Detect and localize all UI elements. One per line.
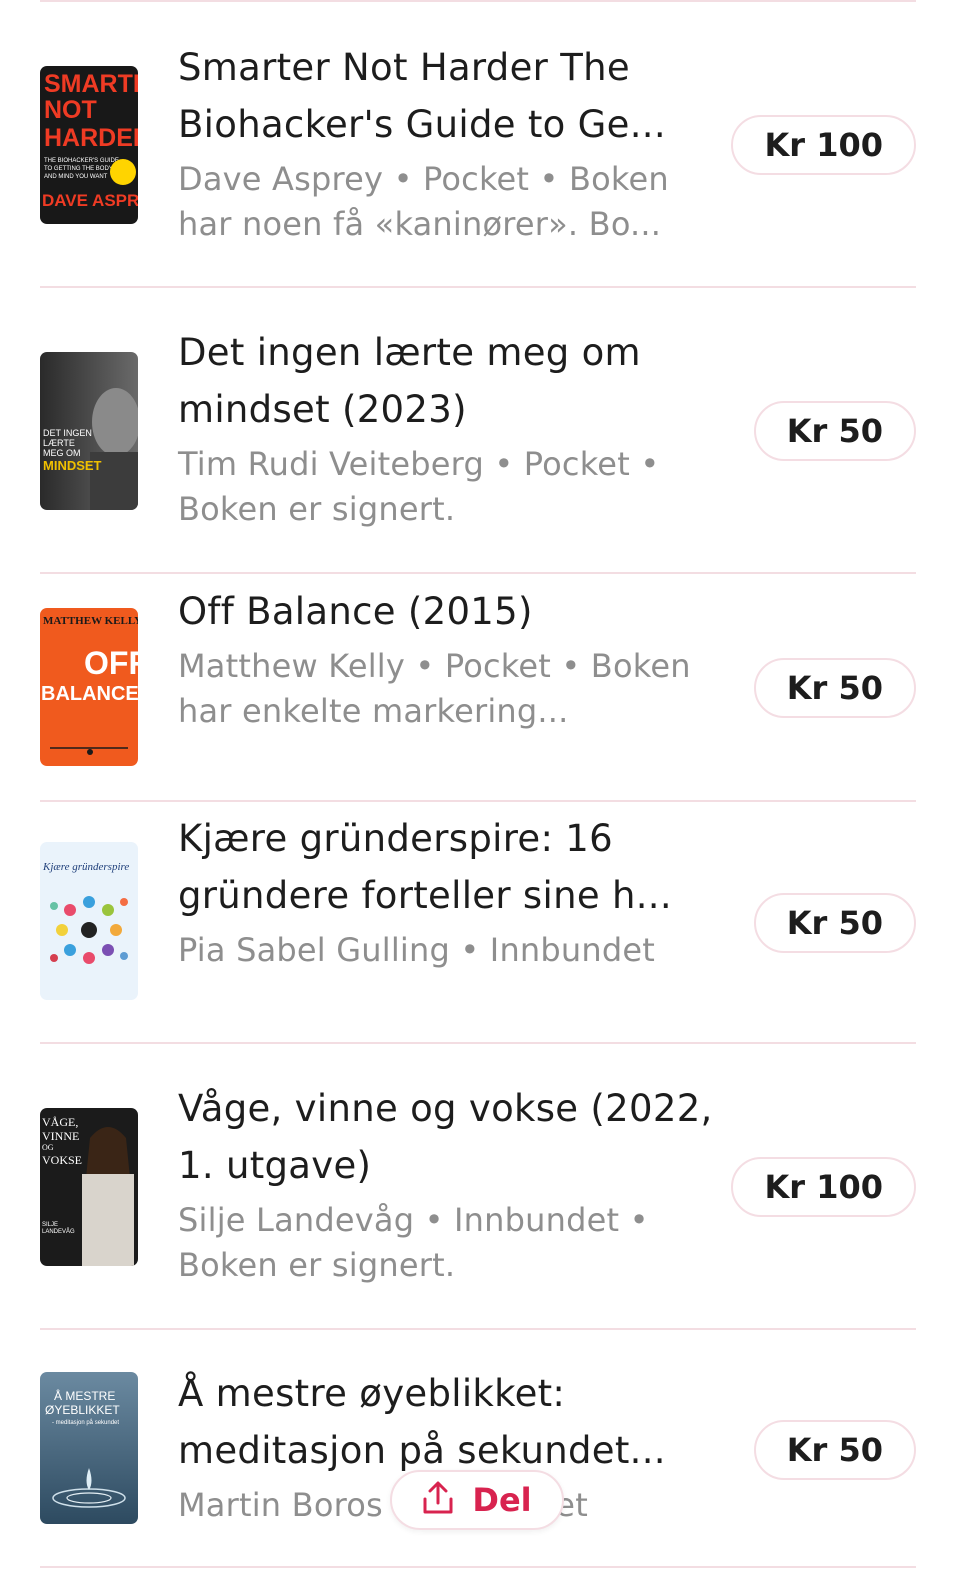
cover-line: DET INGEN xyxy=(43,428,92,438)
share-upload-icon xyxy=(422,1481,454,1519)
book-title[interactable]: Off Balance (2015) xyxy=(178,583,714,640)
list-item[interactable]: MATTHEW KELLY OFF BALANCE Off Balance (2… xyxy=(40,574,916,800)
book-title[interactable]: Våge, vinne og vokse (2022, 1. utgave) xyxy=(178,1080,714,1194)
book-meta: Silje Landevåg • Innbundet • Boken er si… xyxy=(178,1201,649,1284)
cover-line: VINNE xyxy=(42,1129,79,1143)
cover-line: VOKSE xyxy=(42,1153,82,1167)
price-button[interactable]: Kr 50 xyxy=(753,893,916,953)
cover-line: Kjære gründerspire xyxy=(42,861,129,873)
share-label: Del xyxy=(472,1481,532,1519)
book-list: SMARTER NOT HARDER THE BIOHACKER'S GUIDE… xyxy=(40,0,916,1568)
list-item[interactable]: Kjære gründerspire Kjære gründerspire: 1… xyxy=(40,802,916,1042)
book-title[interactable]: Det ingen lærte meg om mindset (2023) xyxy=(178,324,714,438)
book-meta: Tim Rudi Veiteberg • Pocket • Boken er s… xyxy=(178,445,660,528)
cover-line: OG xyxy=(42,1143,54,1152)
cover-line: OFF xyxy=(84,645,138,681)
cover-line: Å MESTRE xyxy=(54,1388,115,1403)
share-button[interactable]: Del xyxy=(390,1470,564,1530)
book-meta: Dave Asprey • Pocket • Boken har noen få… xyxy=(178,160,669,243)
cover-line: - meditasjon på sekundet xyxy=(52,1419,119,1426)
cover-line: LANDEVÅG xyxy=(42,1228,75,1235)
price-button[interactable]: Kr 50 xyxy=(753,401,916,461)
cover-line: THE BIOHACKER'S GUIDE xyxy=(44,158,119,164)
cover-line: SMARTER xyxy=(44,70,138,98)
book-meta: Matthew Kelly • Pocket • Boken har enkel… xyxy=(178,647,691,730)
book-title[interactable]: Å mestre øyeblikket: meditasjon på sekun… xyxy=(178,1365,714,1479)
book-title[interactable]: Kjære gründerspire: 16 gründere fortelle… xyxy=(178,810,714,924)
divider xyxy=(40,1566,916,1568)
book-title[interactable]: Smarter Not Harder The Biohacker's Guide… xyxy=(178,39,714,153)
price-button[interactable]: Kr 50 xyxy=(753,658,916,718)
list-item[interactable]: Å MESTRE ØYEBLIKKET - meditasjon på seku… xyxy=(40,1330,916,1566)
price-button[interactable]: Kr 100 xyxy=(731,1157,916,1217)
cover-line: TO GETTING THE BODY xyxy=(44,166,113,172)
book-cover[interactable]: DET INGEN LÆRTE MEG OM MINDSET xyxy=(40,352,138,510)
list-item[interactable]: DET INGEN LÆRTE MEG OM MINDSET Det ingen… xyxy=(40,288,916,572)
cover-line: NOT xyxy=(44,96,97,124)
cover-line: SILJE xyxy=(42,1222,58,1228)
cover-line: MEG OM xyxy=(43,448,81,458)
cover-line: VÅGE, xyxy=(42,1115,78,1129)
cover-line: DAVE ASPREY xyxy=(42,191,138,210)
cover-line: AND MIND YOU WANT xyxy=(44,174,108,180)
book-cover[interactable]: VÅGE, VINNE OG VOKSE SILJE LANDEVÅG xyxy=(40,1108,138,1266)
price-button[interactable]: Kr 50 xyxy=(753,1420,916,1480)
cover-line: HARDER xyxy=(44,124,138,152)
book-cover[interactable]: SMARTER NOT HARDER THE BIOHACKER'S GUIDE… xyxy=(40,66,138,224)
book-cover[interactable]: MATTHEW KELLY OFF BALANCE xyxy=(40,608,138,766)
book-cover[interactable]: Å MESTRE ØYEBLIKKET - meditasjon på seku… xyxy=(40,1372,138,1524)
cover-line: BALANCE xyxy=(41,683,138,705)
cover-line: MINDSET xyxy=(43,458,102,473)
cover-line: ØYEBLIKKET xyxy=(45,1403,120,1417)
list-item[interactable]: SMARTER NOT HARDER THE BIOHACKER'S GUIDE… xyxy=(40,2,916,286)
cover-line: LÆRTE xyxy=(43,438,75,448)
cover-line: MATTHEW KELLY xyxy=(43,615,138,627)
book-meta: Pia Sabel Gulling • Innbundet xyxy=(178,931,656,969)
book-cover[interactable]: Kjære gründerspire xyxy=(40,842,138,1000)
price-button[interactable]: Kr 100 xyxy=(731,115,916,175)
list-item[interactable]: VÅGE, VINNE OG VOKSE SILJE LANDEVÅG Våge… xyxy=(40,1044,916,1328)
